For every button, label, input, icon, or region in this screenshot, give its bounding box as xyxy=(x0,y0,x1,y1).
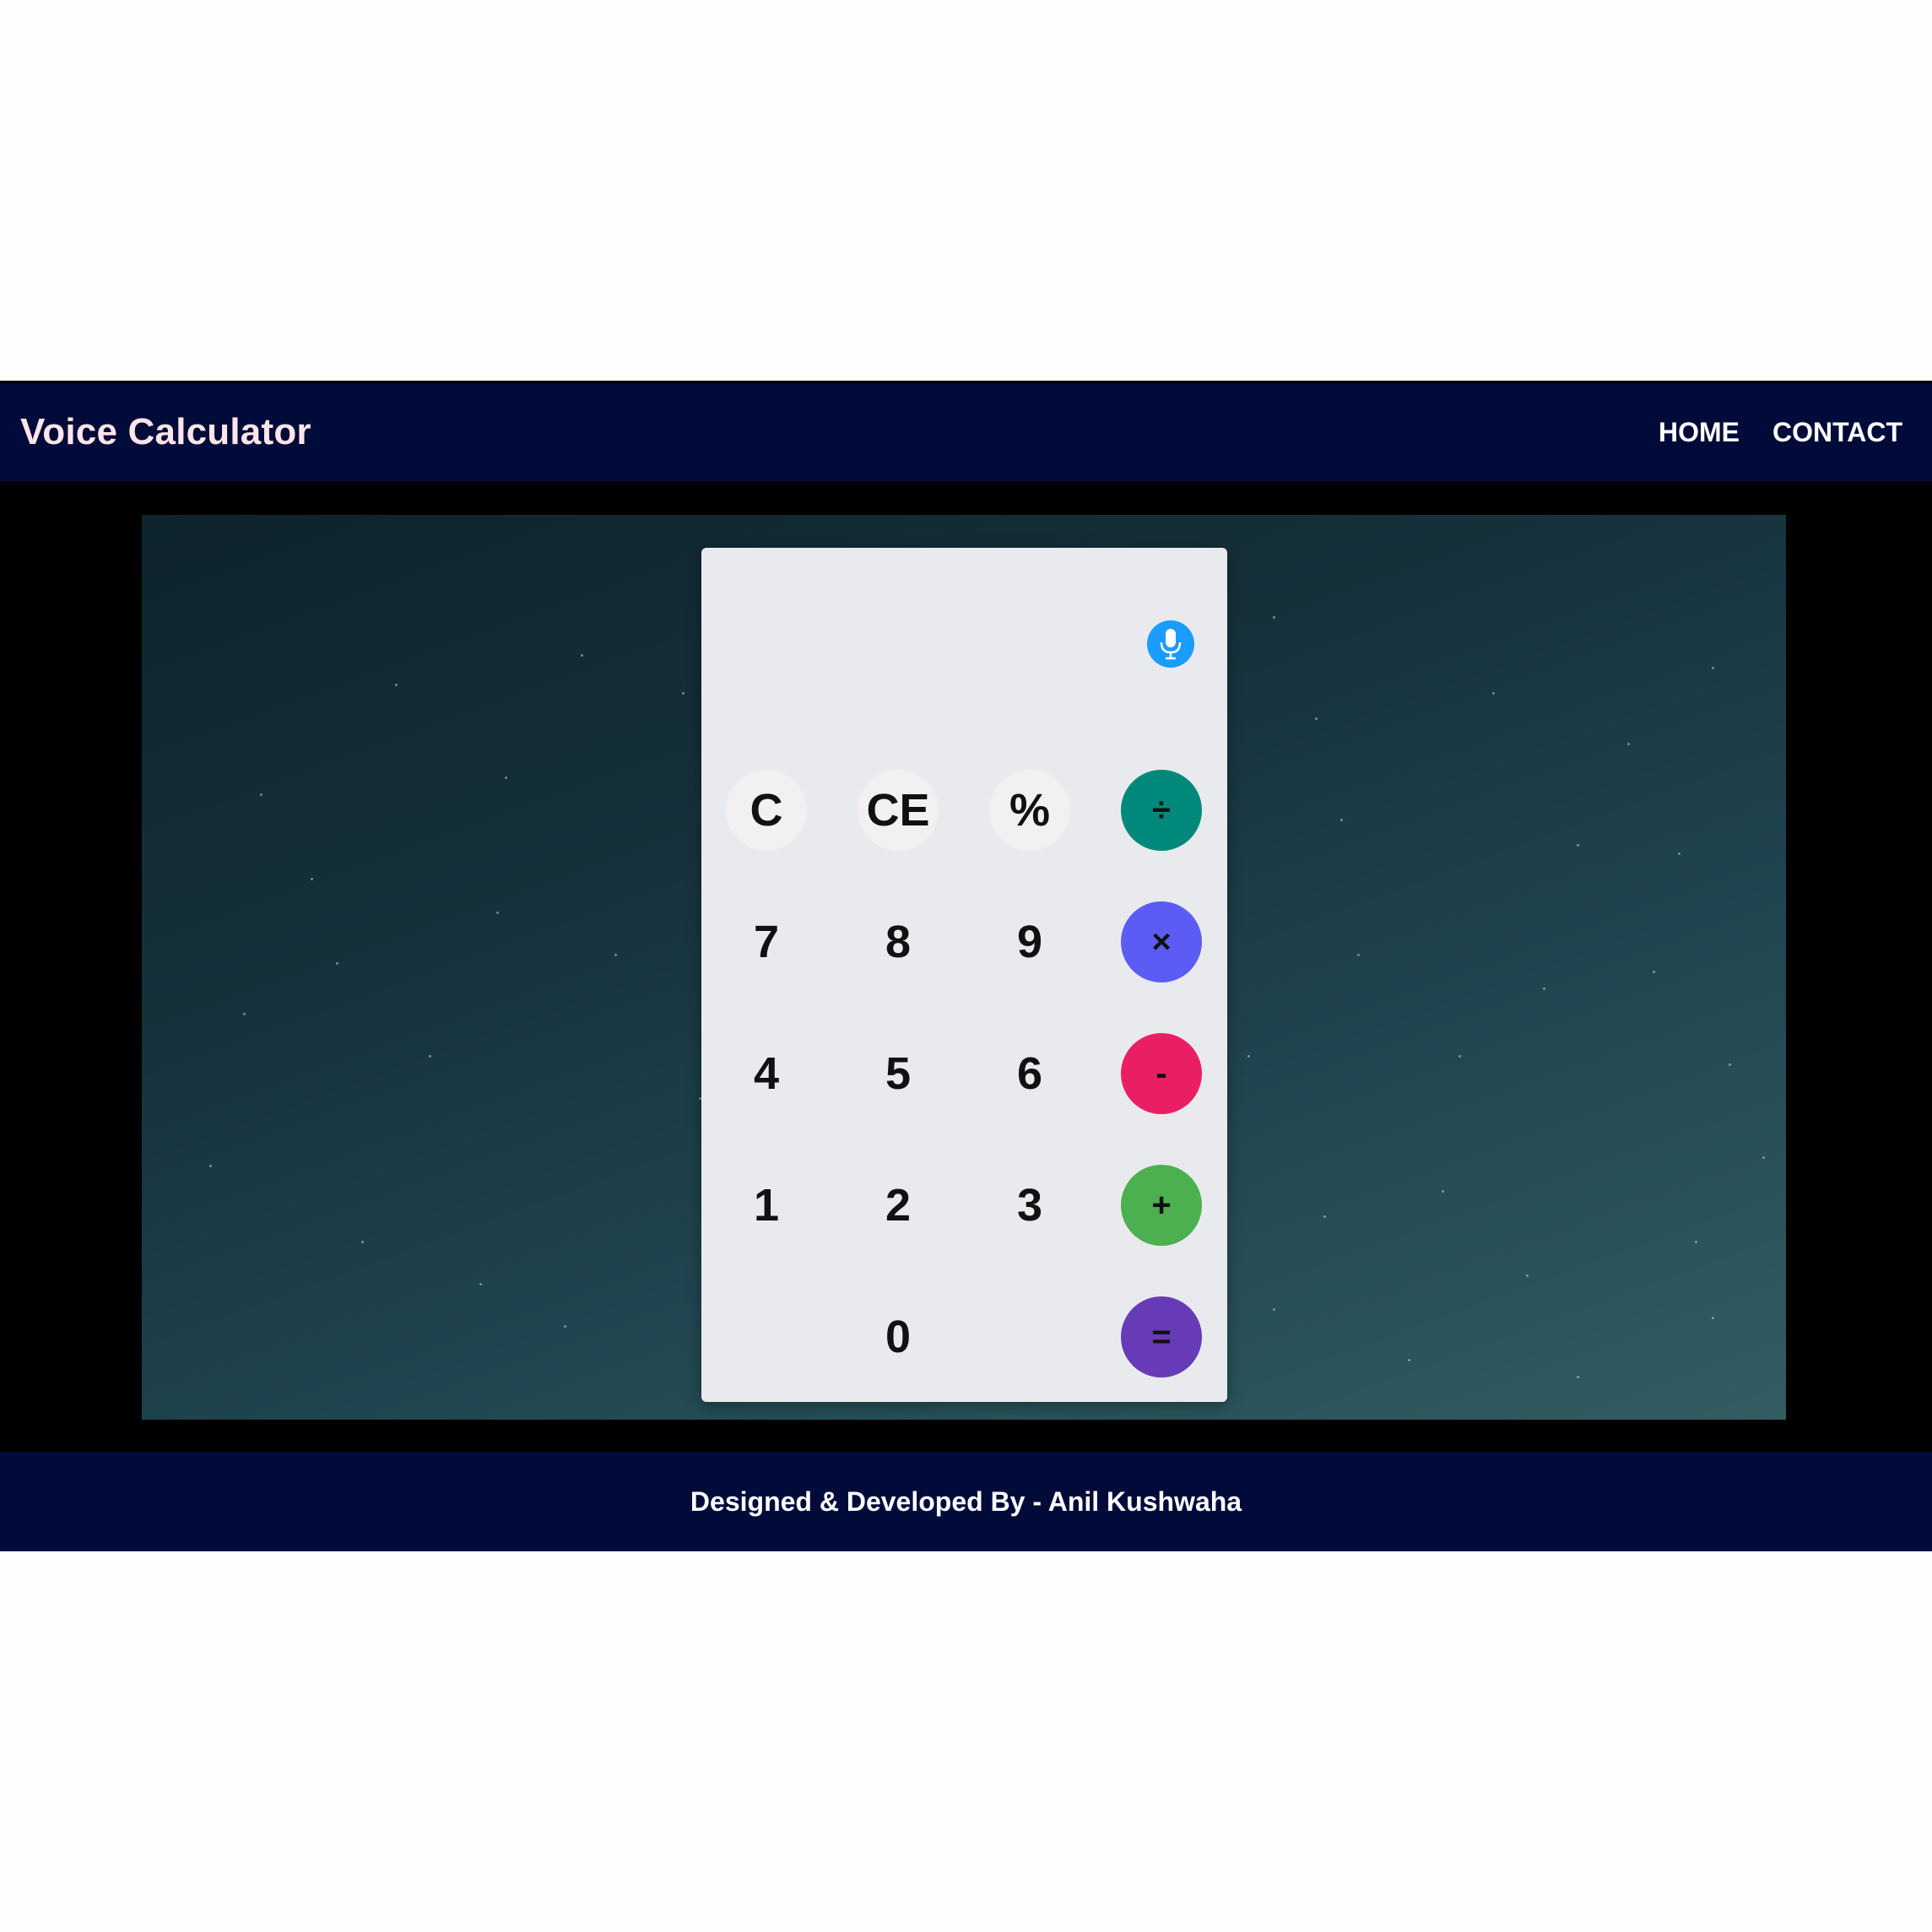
star xyxy=(361,1241,364,1243)
star xyxy=(1315,717,1318,720)
footer-credit: Designed & Developed By - Anil Kushwaha xyxy=(690,1486,1242,1517)
star xyxy=(1577,844,1579,847)
digit-0-button[interactable]: 0 xyxy=(858,1296,939,1377)
digit-9-button[interactable]: 9 xyxy=(989,901,1070,982)
star xyxy=(496,912,499,914)
app-title[interactable]: Voice Calculator xyxy=(20,411,311,453)
star xyxy=(1695,1241,1697,1243)
star xyxy=(564,1325,566,1328)
star xyxy=(1653,971,1655,973)
star xyxy=(479,1283,482,1285)
star xyxy=(1247,1055,1250,1058)
star xyxy=(1762,1156,1765,1159)
star xyxy=(1712,1317,1714,1319)
digit-3-button[interactable]: 3 xyxy=(989,1165,1070,1246)
digit-2-button[interactable]: 2 xyxy=(858,1165,939,1246)
nav-home-link[interactable]: HOME xyxy=(1659,417,1740,448)
star xyxy=(505,777,507,779)
star xyxy=(429,1055,431,1058)
star xyxy=(1273,616,1275,619)
star xyxy=(1323,1215,1326,1218)
star xyxy=(1492,692,1495,695)
equals-button[interactable]: = xyxy=(1121,1296,1202,1377)
footer: Designed & Developed By - Anil Kushwaha xyxy=(0,1452,1932,1551)
star xyxy=(1458,1055,1461,1058)
star xyxy=(395,684,398,686)
clear-entry-button[interactable]: CE xyxy=(858,770,939,851)
star xyxy=(1357,954,1360,956)
microphone-button[interactable] xyxy=(1147,620,1194,668)
digit-4-button[interactable]: 4 xyxy=(726,1033,807,1114)
digit-7-button[interactable]: 7 xyxy=(726,901,807,982)
digit-6-button[interactable]: 6 xyxy=(989,1033,1070,1114)
digit-8-button[interactable]: 8 xyxy=(858,901,939,982)
add-button[interactable]: + xyxy=(1121,1165,1202,1246)
star xyxy=(1627,743,1630,745)
star xyxy=(1340,819,1343,821)
navbar: Voice Calculator HOME CONTACT xyxy=(0,381,1932,481)
star xyxy=(1442,1190,1444,1193)
star xyxy=(1729,1063,1731,1066)
digit-1-button[interactable]: 1 xyxy=(726,1165,807,1246)
divide-button[interactable]: ÷ xyxy=(1121,770,1202,851)
star xyxy=(1678,852,1680,855)
nav-links: HOME CONTACT xyxy=(1626,417,1902,448)
star xyxy=(682,692,685,695)
star xyxy=(209,1165,212,1167)
star xyxy=(581,654,583,657)
multiply-button[interactable]: × xyxy=(1121,901,1202,982)
calculator-panel: C CE% ÷ 7 8 9 × 4 5 6- 1 2 3 +0 = xyxy=(701,548,1227,1402)
subtract-button[interactable]: - xyxy=(1121,1033,1202,1114)
star xyxy=(1526,1274,1529,1277)
microphone-icon xyxy=(1160,629,1182,660)
star xyxy=(1408,1359,1410,1361)
star xyxy=(1273,1308,1275,1311)
star xyxy=(1577,1376,1579,1378)
digit-5-button[interactable]: 5 xyxy=(858,1033,939,1114)
star xyxy=(260,793,262,796)
star xyxy=(336,962,338,965)
star xyxy=(1712,667,1714,669)
star xyxy=(243,1013,246,1015)
star xyxy=(311,878,313,880)
page: Voice Calculator HOME CONTACT C CE% ÷ 7 8 9 × 4… xyxy=(0,0,1932,1932)
nav-contact-link[interactable]: CONTACT xyxy=(1772,417,1902,448)
percent-button[interactable]: % xyxy=(989,770,1070,851)
star xyxy=(614,954,617,956)
clear-button[interactable]: C xyxy=(726,770,807,851)
star xyxy=(1543,988,1545,990)
